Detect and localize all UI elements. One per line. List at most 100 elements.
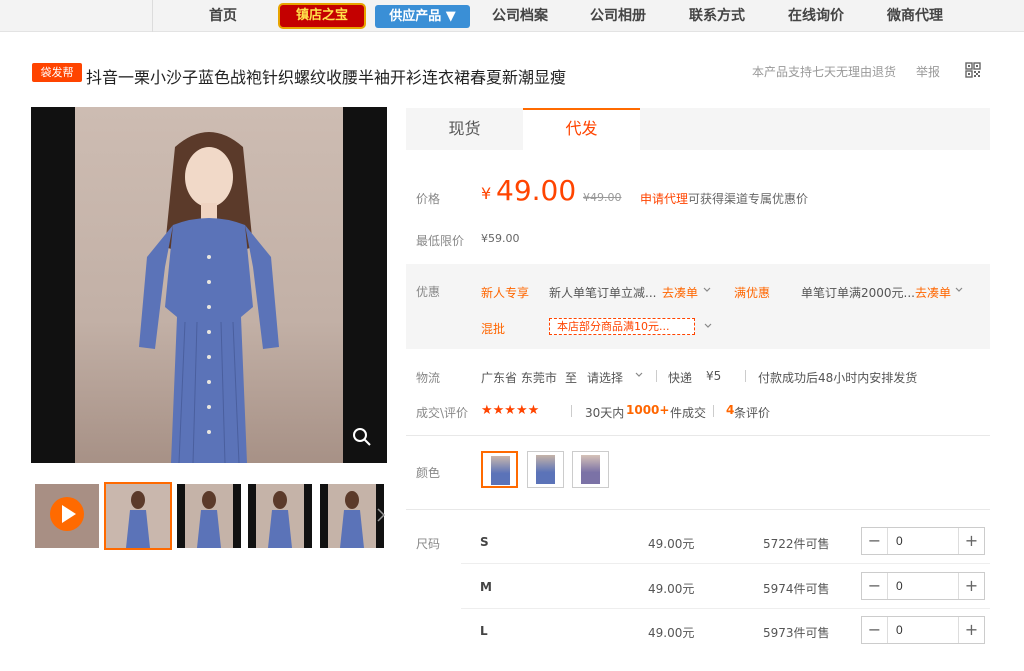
quantity-input[interactable] — [889, 617, 957, 643]
apply-agent-link[interactable]: 申请代理 — [640, 192, 688, 206]
price-value: 49.00 — [496, 174, 577, 207]
promo-new-user-desc: 新人单笔订单立减... — [549, 286, 657, 300]
product-title: 抖音一栗小沙子蓝色战袍针织螺纹收腰半袖开衫连衣裙春夏新潮显瘦 — [86, 68, 567, 87]
return-policy-text: 本产品支持七天无理由退货 — [752, 65, 897, 79]
play-icon — [35, 484, 99, 548]
deals-count: 1000+ — [626, 403, 670, 417]
divider — [571, 405, 572, 417]
promo-mixed-batch: 混批 — [481, 322, 506, 336]
thumbnail-2[interactable] — [177, 484, 241, 548]
color-label: 颜色 — [416, 466, 441, 480]
size-l-stock: 5973件可售 — [763, 626, 830, 640]
thumb-photo — [248, 484, 312, 548]
chevron-down-icon[interactable] — [954, 285, 964, 295]
size-s-quantity-stepper: − + — [861, 527, 985, 555]
nav-contact[interactable]: 联系方式 — [689, 0, 745, 32]
supply-products-dropdown[interactable]: 供应产品 ▼ — [375, 5, 470, 28]
size-s: S — [480, 535, 489, 549]
ship-note: 付款成功后48小时内安排发货 — [758, 371, 918, 385]
divider — [713, 405, 714, 417]
reviews-text[interactable]: 条评价 — [734, 404, 770, 421]
promo-full-desc: 单笔订单满2000元... — [801, 286, 915, 300]
nav-home[interactable]: 首页 — [209, 0, 237, 32]
destination-select[interactable]: 请选择 — [587, 369, 623, 386]
promo-label: 优惠 — [416, 285, 441, 299]
size-s-stock: 5722件可售 — [763, 537, 830, 551]
tab-in-stock[interactable]: 现货 — [406, 108, 523, 150]
ship-method: 快递 — [668, 371, 693, 385]
increment-button[interactable]: + — [958, 617, 984, 643]
deals-label: 成交\评价 — [416, 406, 469, 420]
top-nav: 首页 镇店之宝 供应产品 ▼ 公司档案 公司相册 联系方式 在线询价 微商代理 — [0, 0, 1024, 32]
nav-company-album[interactable]: 公司相册 — [590, 0, 646, 32]
go-collect-button-2[interactable]: 去凑单 — [915, 284, 951, 301]
min-price-value: ¥59.00 — [481, 232, 520, 245]
shop-treasure-badge[interactable]: 镇店之宝 — [278, 3, 366, 29]
swatch-thumb — [491, 456, 510, 485]
row-divider — [461, 563, 990, 564]
size-l: L — [480, 624, 488, 638]
chevron-down-icon[interactable] — [703, 321, 713, 331]
promo-new-user: 新人专享 — [481, 286, 530, 300]
size-m-stock: 5974件可售 — [763, 582, 830, 596]
min-price-label: 最低限价 — [416, 234, 465, 248]
section-divider — [406, 509, 990, 510]
thumb-photo — [177, 484, 241, 548]
color-swatch-1[interactable] — [481, 451, 518, 488]
decrement-button[interactable]: − — [862, 617, 888, 643]
thumbnail-3[interactable] — [248, 484, 312, 548]
divider — [745, 370, 746, 382]
ship-fee: ¥5 — [706, 369, 722, 383]
original-price: ¥49.00 — [583, 191, 622, 204]
price-currency: ¥ — [481, 184, 492, 203]
chevron-down-icon[interactable] — [634, 370, 644, 380]
nav-micro-agent[interactable]: 微商代理 — [887, 0, 943, 32]
size-m: M — [480, 580, 492, 594]
quantity-input[interactable] — [889, 528, 957, 554]
thumbnail-1[interactable] — [104, 482, 172, 550]
product-photo — [75, 107, 343, 463]
zoom-icon[interactable] — [352, 427, 372, 447]
divider — [656, 370, 657, 382]
report-link[interactable]: 举报 — [916, 63, 940, 80]
nav-company-profile[interactable]: 公司档案 — [492, 0, 548, 32]
agent-offer-text: 可获得渠道专属优惠价 — [688, 192, 809, 206]
size-s-price: 49.00元 — [648, 537, 695, 551]
row-divider — [461, 608, 990, 609]
section-divider — [406, 435, 990, 436]
promo-full-discount: 满优惠 — [734, 286, 771, 300]
size-m-price: 49.00元 — [648, 582, 695, 596]
deals-period: 30天内 — [585, 406, 625, 420]
nav-divider — [152, 0, 153, 32]
price-label: 价格 — [416, 192, 441, 206]
swatch-thumb — [581, 455, 600, 484]
swatch-thumb — [536, 455, 555, 484]
video-thumbnail[interactable] — [35, 484, 99, 548]
main-product-image[interactable] — [31, 107, 387, 463]
ship-from: 广东省 东莞市 — [481, 371, 557, 385]
size-m-quantity-stepper: − + — [861, 572, 985, 600]
agent-offer: 申请代理可获得渠道专属优惠价 — [640, 190, 808, 207]
brand-tag: 袋发帮 — [32, 63, 82, 82]
decrement-button[interactable]: − — [862, 528, 888, 554]
tab-dropship[interactable]: 代发 — [523, 108, 640, 150]
logistics-label: 物流 — [416, 371, 441, 385]
stock-mode-tabs: 现货 代发 — [406, 108, 990, 150]
go-collect-button-1[interactable]: 去凑单 — [662, 284, 698, 301]
chevron-down-icon[interactable] — [702, 285, 712, 295]
model-illustration — [139, 132, 279, 463]
rating-stars: ★★★★★ — [481, 403, 540, 418]
promo-mixed-desc: 本店部分商品满10元... — [549, 318, 695, 335]
deals-unit: 件成交 — [670, 406, 707, 420]
color-swatch-2[interactable] — [527, 451, 564, 488]
chevron-right-icon[interactable] — [375, 505, 387, 525]
increment-button[interactable]: + — [958, 528, 984, 554]
nav-online-inquiry[interactable]: 在线询价 — [788, 0, 844, 32]
quantity-input[interactable] — [889, 573, 957, 599]
decrement-button[interactable]: − — [862, 573, 888, 599]
size-l-quantity-stepper: − + — [861, 616, 985, 644]
increment-button[interactable]: + — [958, 573, 984, 599]
size-label: 尺码 — [416, 537, 441, 551]
color-swatch-3[interactable] — [572, 451, 609, 488]
qr-code-icon[interactable] — [965, 62, 981, 78]
